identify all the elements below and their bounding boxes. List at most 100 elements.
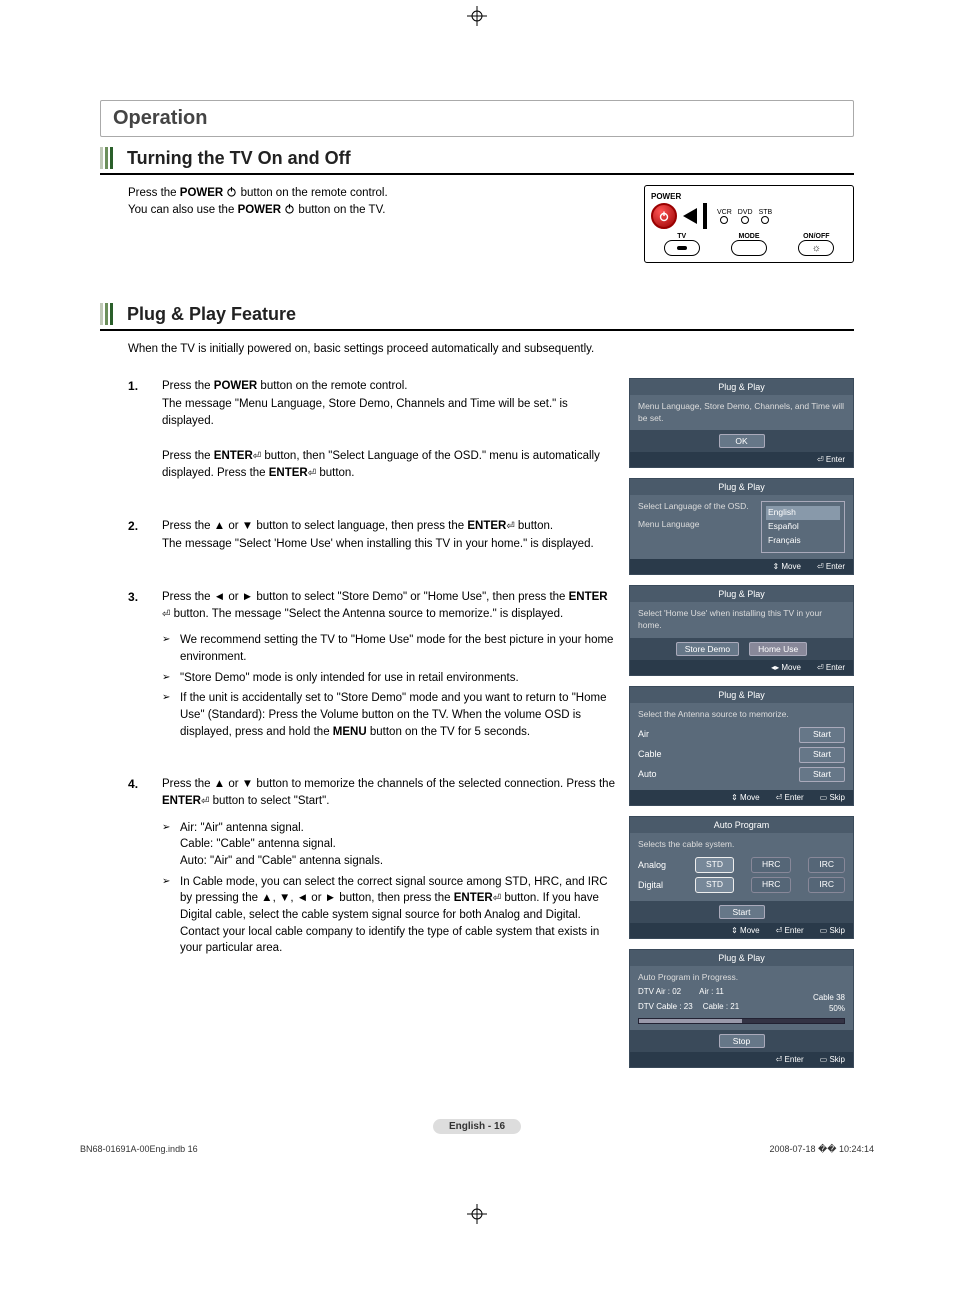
- osd-text: Select the Antenna source to memorize.: [638, 709, 845, 721]
- progress-air: Air : 11: [699, 986, 724, 997]
- osd-ok-button[interactable]: OK: [719, 434, 765, 448]
- osd-enter-hint: ⏎ Enter: [817, 663, 845, 672]
- progress-dtv-cable: DTV Cable : 23: [638, 1001, 693, 1012]
- osd-homeuse: Plug & Play Select 'Home Use' when insta…: [629, 585, 854, 676]
- mode-dvd: DVD: [738, 209, 753, 224]
- osd-skip-hint: ▭ Skip: [820, 926, 845, 935]
- osd-storedemo-button[interactable]: Store Demo: [676, 642, 739, 656]
- osd-text: Menu Language: [638, 519, 753, 531]
- osd-antenna: Plug & Play Select the Antenna source to…: [629, 686, 854, 807]
- sub-title-bar: Plug & Play Feature: [100, 303, 854, 331]
- antenna-label: Auto: [638, 768, 657, 781]
- cable-opt[interactable]: STD: [695, 857, 734, 873]
- text: You can also use the: [128, 204, 238, 216]
- osd-move-hint: ◂▸ Move: [771, 663, 801, 672]
- cable-opt[interactable]: IRC: [808, 877, 845, 893]
- osd-text: Selects the cable system.: [638, 839, 845, 851]
- osd-enter-hint: ⏎ Enter: [776, 793, 804, 802]
- note-item: "Store Demo" mode is only intended for u…: [162, 670, 615, 687]
- page: Operation Turning the TV On and Off Pres…: [0, 0, 954, 1260]
- osd-move-hint: ⇕ Move: [772, 562, 801, 571]
- progress-pct: 50%: [813, 1003, 845, 1014]
- progress-cable: Cable : 21: [703, 1001, 739, 1012]
- page-badge: English - 16: [433, 1119, 521, 1134]
- footer-meta: BN68-01691A-00Eng.indb 16 2008-07-18 �� …: [60, 1144, 894, 1155]
- power-label: POWER: [180, 187, 223, 199]
- start-button[interactable]: Start: [719, 905, 765, 919]
- subsection-plugplay: Plug & Play Feature When the TV is initi…: [100, 303, 854, 1078]
- cable-opt[interactable]: HRC: [751, 877, 791, 893]
- osd-move-hint: ⇕ Move: [731, 926, 760, 935]
- osd-autoprogram: Auto Program Selects the cable system. A…: [629, 816, 854, 939]
- enter-icon: ⏎: [162, 608, 170, 623]
- cable-opt[interactable]: IRC: [808, 857, 845, 873]
- osd-enter-hint: ⏎ Enter: [817, 455, 845, 464]
- osd-text: Auto Program in Progress.: [638, 972, 845, 984]
- step-text: The message "Select 'Home Use' when inst…: [162, 536, 615, 553]
- osd-body-text: Select 'Home Use' when installing this T…: [630, 602, 853, 638]
- start-button[interactable]: Start: [799, 747, 845, 763]
- lang-option[interactable]: English: [766, 506, 840, 520]
- osd-title: Plug & Play: [630, 687, 853, 703]
- progress-channel: Cable 38: [813, 992, 845, 1003]
- step-text: Press the ▲ or ▼ button to select langua…: [162, 518, 615, 535]
- step-text: Press the ▲ or ▼ button to memorize the …: [162, 776, 615, 809]
- lang-option[interactable]: Français: [766, 534, 840, 548]
- step-2: Press the ▲ or ▼ button to select langua…: [128, 518, 615, 553]
- antenna-label: Cable: [638, 748, 662, 761]
- sub-title: Turning the TV On and Off: [127, 148, 351, 169]
- mode-stb: STB: [759, 209, 773, 224]
- step-text: Press the ◄ or ► button to select "Store…: [162, 589, 615, 622]
- osd-title: Plug & Play: [630, 950, 853, 966]
- enter-icon: ⏎: [308, 467, 316, 482]
- step-text: Press the POWER button on the remote con…: [162, 378, 615, 395]
- footer-left: BN68-01691A-00Eng.indb 16: [80, 1144, 198, 1155]
- progress-dtv-air: DTV Air : 02: [638, 986, 681, 997]
- osd-progress: Plug & Play Auto Program in Progress. DT…: [629, 949, 854, 1068]
- language-list[interactable]: English Español Français: [761, 501, 845, 553]
- osd-text: Select Language of the OSD.: [638, 501, 753, 513]
- cable-opt[interactable]: HRC: [751, 857, 791, 873]
- step-4: Press the ▲ or ▼ button to memorize the …: [128, 776, 615, 957]
- text: button on the remote control.: [241, 187, 388, 199]
- steps-list: Press the POWER button on the remote con…: [128, 378, 615, 957]
- step-3: Press the ◄ or ► button to select "Store…: [128, 589, 615, 740]
- enter-icon: ⏎: [506, 520, 514, 535]
- note-list: We recommend setting the TV to "Home Use…: [162, 632, 615, 740]
- step-1: Press the POWER button on the remote con…: [128, 378, 615, 482]
- osd-body-text: Menu Language, Store Demo, Channels, and…: [630, 395, 853, 431]
- note-item: In Cable mode, you can select the correc…: [162, 874, 615, 957]
- footer-right: 2008-07-18 �� 10:24:14: [769, 1144, 874, 1155]
- stop-button[interactable]: Stop: [719, 1034, 765, 1048]
- note-item: If the unit is accidentally set to "Stor…: [162, 690, 615, 740]
- antenna-label: Air: [638, 728, 649, 741]
- step-text: Press the ENTER ⏎ button, then "Select L…: [162, 448, 615, 481]
- progress-bar: [638, 1018, 845, 1024]
- page-number: English - 16: [60, 1118, 894, 1134]
- intro-text: When the TV is initially powered on, bas…: [100, 341, 854, 358]
- registration-mark-top: [467, 6, 487, 26]
- remote-tv: TV: [651, 233, 712, 256]
- remote-mode: MODE: [718, 233, 779, 256]
- note-item: We recommend setting the TV to "Home Use…: [162, 632, 615, 665]
- enter-icon: ⏎: [201, 795, 209, 810]
- subsection-power: Turning the TV On and Off Press the POWE…: [100, 147, 854, 263]
- start-button[interactable]: Start: [799, 727, 845, 743]
- osd-column: Plug & Play Menu Language, Store Demo, C…: [629, 378, 854, 1079]
- osd-skip-hint: ▭ Skip: [820, 1055, 845, 1064]
- osd-language: Plug & Play Select Language of the OSD. …: [629, 478, 854, 575]
- title-accent-bars: [100, 147, 113, 169]
- osd-move-hint: ⇕ Move: [731, 793, 760, 802]
- osd-homeuse-button[interactable]: Home Use: [749, 642, 807, 656]
- text: button on the TV.: [298, 204, 385, 216]
- mode-vcr: VCR: [717, 209, 732, 224]
- arrow-left-icon: [683, 208, 697, 224]
- osd-title: Plug & Play: [630, 379, 853, 395]
- note-list: Air: "Air" antenna signal.Cable: "Cable"…: [162, 820, 615, 957]
- row-label: Digital: [638, 879, 678, 892]
- start-button[interactable]: Start: [799, 767, 845, 783]
- lang-option[interactable]: Español: [766, 520, 840, 534]
- title-accent-bars: [100, 303, 113, 325]
- cable-opt[interactable]: STD: [695, 877, 734, 893]
- remote-power-button: [651, 203, 677, 229]
